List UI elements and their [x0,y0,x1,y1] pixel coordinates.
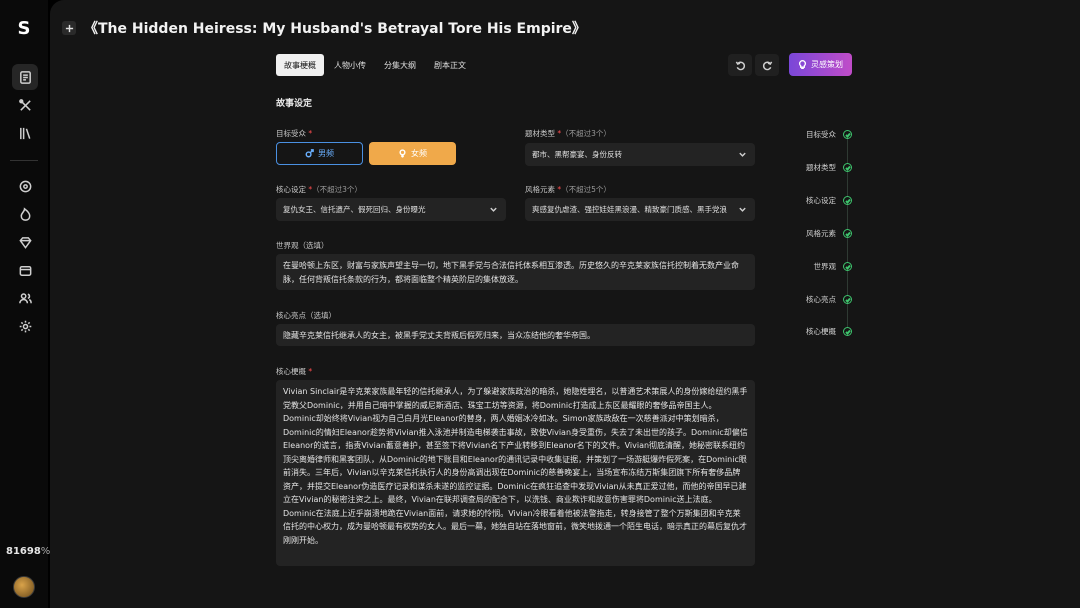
credits-balance: 81698% [6,546,51,557]
check-icon [843,130,852,139]
step-highlight[interactable]: 核心亮点 [796,293,856,305]
rail-script-button[interactable] [12,64,38,90]
step-worldview[interactable]: 世界观 [796,260,856,272]
sparkle-icon [65,24,73,32]
compass-icon [19,180,31,192]
page-title: 《The Hidden Heiress: My Husband's Betray… [84,21,586,37]
rail-library-button[interactable] [12,120,38,146]
redo-icon [762,60,772,70]
step-synopsis[interactable]: 核心梗概 [796,325,856,337]
bulb-icon [798,60,807,69]
check-icon [843,229,852,238]
inspiration-plan-button[interactable]: 灵感策划 [789,53,852,76]
genre-select[interactable]: 都市、黑帮豪宴、身份反转 [525,143,755,166]
worldview-textarea[interactable]: 在曼哈顿上东区，财富与家族声望主导一切，地下黑手党与合法信托体系相互渗透。历史悠… [276,254,755,290]
synopsis-textarea[interactable]: Vivian Sinclair是辛克莱家族最年轻的信托继承人，为了躲避家族政治的… [276,380,755,566]
style-select[interactable]: 爽感复仇虐渣、强控娃娃黑浪漫、精致豪门质感、黑手党浪 [525,198,755,221]
app-logo[interactable]: S [12,18,36,40]
highlight-textarea[interactable]: 隐藏辛克莱信托继承人的女主，被黑手党丈夫背叛后假死归来，当众冻结他的奢华帝国。 [276,324,755,346]
rail-settings-button[interactable] [12,313,38,339]
rail-divider [10,160,38,161]
rail-tools-button[interactable] [12,92,38,118]
redo-button[interactable] [755,54,779,76]
step-genre[interactable]: 题材类型 [796,161,856,173]
library-icon [19,127,30,139]
audience-female-button[interactable]: 女频 [369,142,456,165]
undo-button[interactable] [728,54,752,76]
inspiration-plan-label: 灵感策划 [811,60,843,69]
core-setting-select[interactable]: 复仇女王、信托遗产、假死回归、身份曝光 [276,198,506,221]
rail-vip-button[interactable] [12,229,38,255]
audience-label: 目标受众 * [276,129,313,138]
female-icon [399,149,406,158]
progress-steps: 目标受众 题材类型 核心设定 风格元素 世界观 核心亮点 核心梗概 [796,128,856,338]
tools-icon [18,98,31,111]
check-icon [843,295,852,304]
document-icon [19,70,31,84]
rail-explore-button[interactable] [12,173,38,199]
tab-character-bios[interactable]: 人物小传 [326,54,374,76]
genre-label: 题材类型 *（不超过3个） [525,129,611,138]
left-rail: S 81698% [0,0,51,608]
rail-team-button[interactable] [12,285,38,311]
rail-hot-button[interactable] [12,201,38,227]
rail-wallet-button[interactable] [12,257,38,283]
chevron-down-icon [489,205,498,214]
tab-story-synopsis[interactable]: 故事梗概 [276,54,324,76]
worldview-label: 世界观（选填） [276,241,329,250]
check-icon [843,196,852,205]
male-icon [305,149,314,158]
audience-male-button[interactable]: 男频 [276,142,363,165]
gear-icon [19,320,31,332]
chevron-down-icon [738,150,747,159]
diamond-icon [18,236,32,249]
users-icon [18,292,32,303]
section-title: 故事设定 [276,99,313,109]
core-setting-label: 核心设定 *（不超过3个） [276,185,362,194]
style-label: 风格元素 *（不超过5个） [525,185,611,194]
tab-script-body[interactable]: 剧本正文 [426,54,474,76]
check-icon [843,163,852,172]
tab-bar: 故事梗概 人物小传 分集大纲 剧本正文 [276,54,474,76]
collapse-toggle[interactable] [62,21,76,35]
step-audience[interactable]: 目标受众 [796,128,856,140]
check-icon [843,327,852,336]
check-icon [843,262,852,271]
undo-icon [735,60,745,70]
tab-episode-outline[interactable]: 分集大纲 [376,54,424,76]
fire-icon [20,206,30,221]
chevron-down-icon [738,205,747,214]
step-style[interactable]: 风格元素 [796,227,856,239]
user-avatar[interactable] [13,576,35,598]
wallet-icon [19,265,31,276]
step-core-setting[interactable]: 核心设定 [796,194,856,206]
highlight-label: 核心亮点（选填） [276,311,336,320]
synopsis-label: 核心梗概 * [276,367,313,376]
